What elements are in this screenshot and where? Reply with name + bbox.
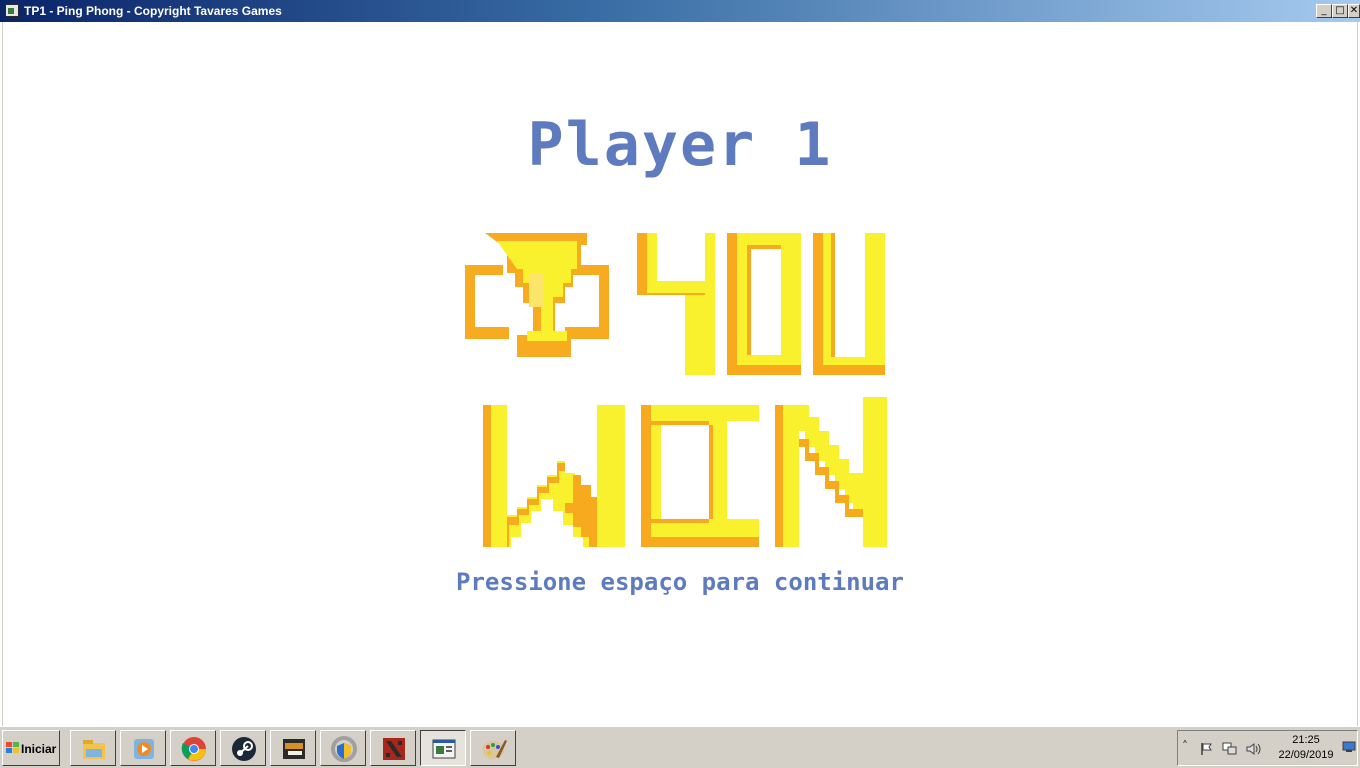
winner-player-label: Player 1 [527,110,833,180]
maximize-button[interactable]: □ [1332,4,1348,18]
taskbar-item-file-explorer[interactable] [70,730,116,766]
show-desktop-icon[interactable] [1342,741,1356,753]
taskbar-item-game[interactable] [270,730,316,766]
ping-phong-window-icon [432,739,456,759]
close-button[interactable]: ✕ [1348,4,1360,18]
taskbar-item-ping-phong[interactable] [420,730,466,766]
taskbar-item-steam[interactable] [220,730,266,766]
taskbar-item-dota[interactable] [370,730,416,766]
show-hidden-icons-chevron-icon[interactable]: ˄ [1182,739,1188,753]
letter-u [813,233,885,375]
you-win-graphic [465,233,887,547]
letter-w [483,405,625,547]
continue-instruction: Pressione espaço para continuar [456,568,904,596]
steam-icon [232,737,256,761]
window-title: TP1 - Ping Phong - Copyright Tavares Gam… [24,4,282,18]
window-title-bar[interactable]: TP1 - Ping Phong - Copyright Tavares Gam… [0,0,1360,22]
clock-time[interactable]: 21:25 [1286,734,1326,746]
chrome-icon [181,737,206,761]
network-icon[interactable] [1222,742,1238,756]
file-explorer-icon [83,740,105,759]
security-shield-icon [331,736,357,762]
trophy-icon [465,233,609,357]
paint-icon [482,740,507,759]
game-icon [283,739,305,759]
start-button[interactable]: Iniciar [2,730,60,766]
letter-n [775,397,887,547]
dota-icon [383,738,405,760]
taskbar-item-media-player[interactable] [120,730,166,766]
app-icon[interactable] [5,4,19,17]
taskbar-item-security[interactable] [320,730,366,766]
taskbar-item-paint[interactable] [470,730,516,766]
windows-logo-icon [6,742,19,753]
letter-y [637,233,715,375]
volume-icon[interactable] [1246,742,1262,756]
clock-date[interactable]: 22/09/2019 [1274,749,1338,761]
minimize-button[interactable]: _ [1316,4,1332,18]
taskbar: Iniciar ˄ 21:25 22/09/2019 [0,726,1360,768]
start-button-label: Iniciar [21,742,57,756]
system-tray: ˄ 21:25 22/09/2019 [1177,730,1358,766]
taskbar-item-chrome[interactable] [170,730,216,766]
letter-i [641,405,759,547]
action-center-flag-icon[interactable] [1200,742,1214,756]
letter-o [727,233,801,375]
media-player-icon [134,739,154,759]
